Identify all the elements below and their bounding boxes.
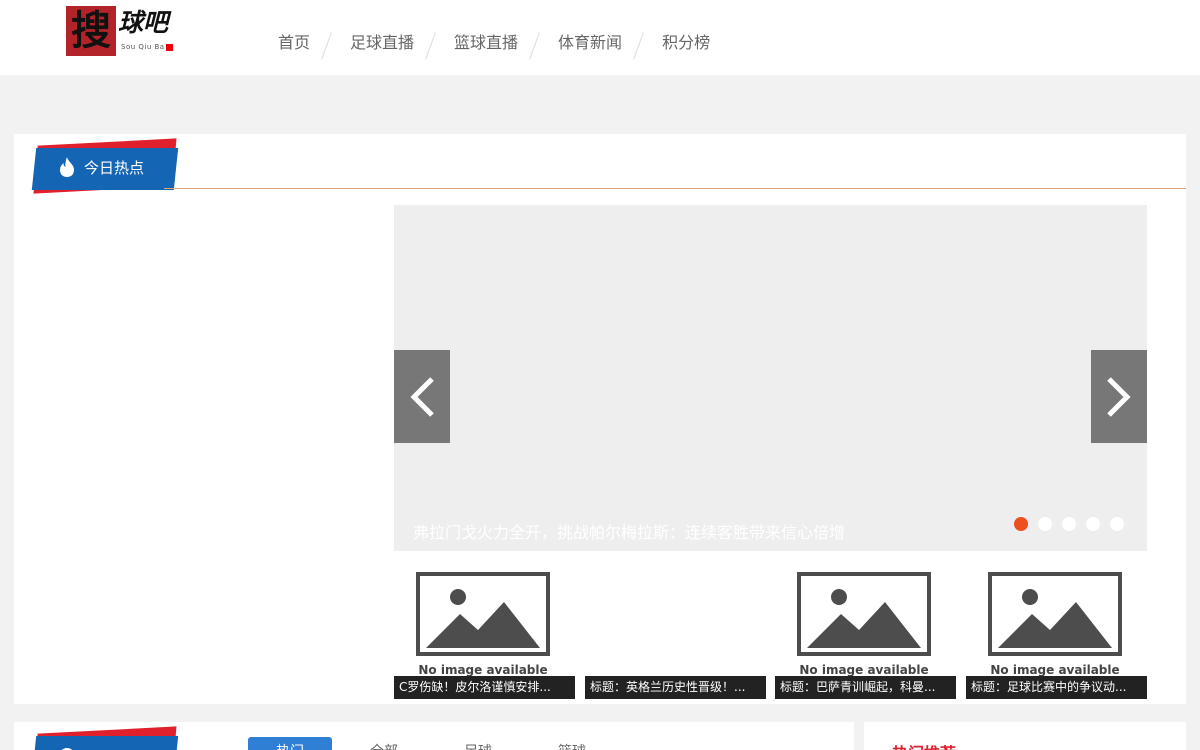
- logo-text: 球吧: [118, 8, 169, 37]
- news-panel: 热门 全部 足球 篮球: [14, 722, 854, 750]
- chevron-right-icon: [1107, 377, 1131, 417]
- flame-icon: [60, 157, 74, 177]
- nav-sports-news[interactable]: 体育新闻: [538, 26, 642, 60]
- thumbnail-item[interactable]: 标题：英格兰历史性晋级！...: [585, 568, 766, 700]
- chevron-left-icon: [410, 377, 434, 417]
- tab-football[interactable]: 足球: [436, 737, 520, 750]
- nav-standings[interactable]: 积分榜: [642, 26, 730, 60]
- recommend-panel: 热门推荐: [864, 722, 1186, 750]
- logo-dot: [166, 44, 173, 51]
- slider-dot[interactable]: [1110, 517, 1124, 531]
- slider-dot[interactable]: [1062, 517, 1076, 531]
- section-title: 今日热点: [84, 159, 145, 177]
- thumbnail-caption[interactable]: 标题：巴萨青训崛起，科曼...: [775, 676, 956, 699]
- section-title-badge: [31, 726, 179, 750]
- slider-dot[interactable]: [1038, 517, 1052, 531]
- section-divider: [164, 188, 1186, 189]
- hot-today-panel: 今日热点 弗拉门戈火力全开，挑战帕尔梅拉斯：连续客胜带来信心倍增 No imag…: [14, 134, 1186, 704]
- hero-slider[interactable]: 弗拉门戈火力全开，挑战帕尔梅拉斯：连续客胜带来信心倍增: [394, 205, 1147, 551]
- logo-mark: 搜: [66, 6, 116, 56]
- nav-home[interactable]: 首页: [258, 26, 330, 60]
- tab-hot[interactable]: 热门: [248, 737, 332, 750]
- main-nav: 首页 足球直播 篮球直播 体育新闻 积分榜: [258, 26, 730, 60]
- slider-prev-button[interactable]: [394, 350, 450, 443]
- info-icon: [61, 748, 73, 750]
- nav-basketball-live[interactable]: 篮球直播: [434, 26, 538, 60]
- no-image-label: No image available: [418, 663, 548, 677]
- thumbnail-caption[interactable]: 标题：英格兰历史性晋级！...: [585, 676, 766, 699]
- slider-pagination: [1014, 517, 1124, 531]
- slider-next-button[interactable]: [1091, 350, 1147, 443]
- hot-thumbnails: No image available C罗伤缺！皮尔洛谨慎安排... 标题：英格…: [394, 568, 1147, 700]
- tab-all[interactable]: 全部: [342, 737, 426, 750]
- no-image-icon: [416, 572, 550, 656]
- thumbnail-caption[interactable]: C罗伤缺！皮尔洛谨慎安排...: [394, 676, 575, 699]
- site-header: 搜 球吧 Sou Qiu Ba 首页 足球直播 篮球直播 体育新闻 积分榜: [0, 0, 1200, 75]
- thumbnail-item[interactable]: No image available 标题：巴萨青训崛起，科曼...: [775, 568, 956, 700]
- slider-dot[interactable]: [1086, 517, 1100, 531]
- logo-mark-char: 搜: [71, 7, 111, 54]
- section-title-badge: 今日热点: [31, 138, 179, 196]
- thumbnail-caption[interactable]: 标题：足球比赛中的争议动...: [966, 676, 1147, 699]
- logo-subtext: Sou Qiu Ba: [121, 43, 165, 51]
- slide-caption[interactable]: 弗拉门戈火力全开，挑战帕尔梅拉斯：连续客胜带来信心倍增: [413, 523, 845, 543]
- news-tabs: 热门 全部 足球 篮球: [248, 737, 624, 750]
- no-image-label: No image available: [799, 663, 929, 677]
- nav-football-live[interactable]: 足球直播: [330, 26, 434, 60]
- slider-dot[interactable]: [1014, 517, 1028, 531]
- site-logo[interactable]: 搜 球吧 Sou Qiu Ba: [66, 6, 178, 56]
- no-image-label: No image available: [990, 663, 1120, 677]
- thumbnail-item[interactable]: No image available C罗伤缺！皮尔洛谨慎安排...: [394, 568, 575, 700]
- tab-basketball[interactable]: 篮球: [530, 737, 614, 750]
- no-image-icon: [797, 572, 931, 656]
- no-image-icon: [988, 572, 1122, 656]
- thumbnail-item[interactable]: No image available 标题：足球比赛中的争议动...: [966, 568, 1147, 700]
- recommend-title: 热门推荐: [892, 740, 956, 750]
